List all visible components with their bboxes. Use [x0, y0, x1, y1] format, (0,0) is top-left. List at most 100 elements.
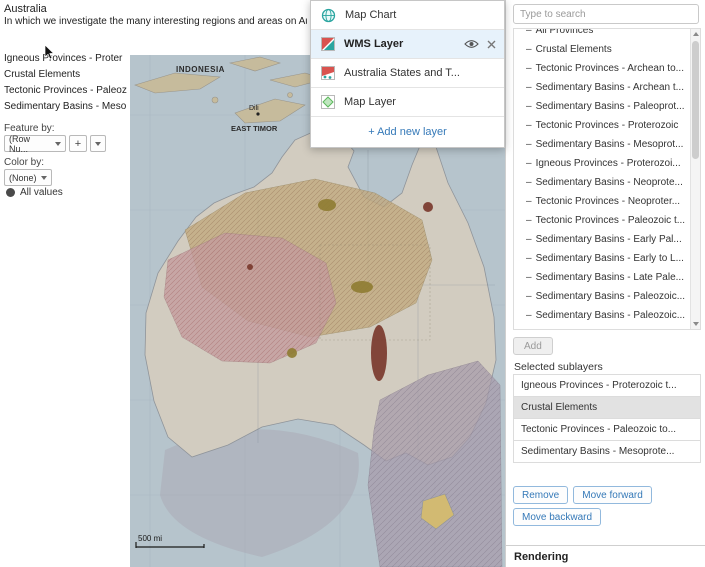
color-by-value: (None) [9, 173, 37, 183]
color-by-select[interactable]: (None) [4, 169, 52, 186]
scroll-up-icon[interactable] [693, 32, 699, 36]
sublayer-label: Sedimentary Basins - Mesoprot... [536, 139, 684, 150]
olive-region [351, 281, 373, 293]
sublayer-item[interactable]: –Sedimentary Basins - Early Pal... [514, 230, 688, 249]
menu-item-map-chart[interactable]: Map Chart [311, 1, 504, 30]
menu-item-label: Australia States and T... [344, 67, 496, 79]
sublayer-item[interactable]: –Tectonic Provinces - Proterozoic [514, 116, 688, 135]
add-feature-button[interactable]: + [69, 135, 87, 152]
add-new-layer-button[interactable]: + Add new layer [311, 117, 504, 147]
dark-red-region [247, 264, 253, 270]
remove-button[interactable]: Remove [513, 486, 568, 504]
menu-item-australia-states[interactable]: Australia States and T... [311, 59, 504, 88]
sublayer-dash: – [526, 177, 532, 188]
add-sublayer-button[interactable]: Add [513, 337, 553, 355]
selected-sublayers-list: Igneous Provinces - Proterozoic t... Cru… [513, 375, 701, 463]
selected-sublayer-item[interactable]: Igneous Provinces - Proterozoic t... [513, 374, 701, 397]
layer-menu: Map Chart WMS Layer [310, 0, 505, 148]
wms-layer-icon [321, 37, 335, 51]
dili-label: Dili [249, 105, 259, 112]
sublayer-panel: –All Provinces –Crustal Elements –Tecton… [505, 0, 705, 567]
map-layer-icon [321, 95, 335, 109]
selected-sublayer-item[interactable]: Sedimentary Basins - Mesoprote... [513, 440, 701, 463]
feature-by-select[interactable]: (Row Nu... [4, 135, 66, 152]
sublayer-item[interactable]: –Sedimentary Basins - Early to L... [514, 249, 688, 268]
all-values-swatch [6, 188, 15, 197]
sublayer-dash: – [526, 253, 532, 264]
sublayer-dash: – [526, 139, 532, 150]
legend-item-label: Crustal Elements [4, 69, 80, 80]
legend-item-label: Tectonic Provinces - Paleoz [4, 85, 127, 96]
menu-item-wms-layer[interactable]: WMS Layer [311, 30, 504, 59]
sublayer-item[interactable]: –Tectonic Provinces - Neoproter... [514, 192, 688, 211]
sublayer-dash: – [526, 120, 532, 131]
sublayer-item[interactable]: –Sedimentary Basins - Paleoprot... [514, 97, 688, 116]
page-title: Australia [4, 3, 47, 15]
all-values-legend[interactable]: All values [6, 187, 63, 198]
map-chart-icon [321, 8, 336, 23]
sublayer-dash: – [526, 44, 532, 55]
selected-sublayer-label: Crustal Elements [521, 402, 597, 413]
selected-sublayer-label: Igneous Provinces - Proterozoic t... [521, 380, 677, 391]
eye-icon[interactable] [464, 39, 479, 49]
map-chart-app: Australia In which we investigate the ma… [0, 0, 705, 567]
scrollbar[interactable] [690, 29, 700, 329]
move-forward-button[interactable]: Move forward [573, 486, 652, 504]
sublayer-list: –All Provinces –Crustal Elements –Tecton… [514, 28, 700, 325]
sublayer-item[interactable]: –Sedimentary Basins - Paleozoic... [514, 306, 688, 325]
sublayer-item[interactable]: –Sedimentary Basins - Paleozoic... [514, 287, 688, 306]
feature-by-value: (Row Nu... [9, 134, 51, 154]
olive-region [287, 348, 297, 358]
legend-item-label: Igneous Provinces - Proter [4, 53, 122, 64]
feature-options-dropdown[interactable] [90, 135, 106, 152]
map-legend-list: Igneous Provinces - Proter Crustal Eleme… [4, 51, 130, 115]
scroll-down-icon[interactable] [693, 322, 699, 326]
close-icon[interactable] [487, 40, 496, 49]
selected-sublayer-item[interactable]: Tectonic Provinces - Paleozoic to... [513, 418, 701, 441]
sublayer-listbox[interactable]: –All Provinces –Crustal Elements –Tecton… [513, 28, 701, 330]
sublayer-label: All Provinces [536, 28, 594, 36]
sublayer-item[interactable]: –Sedimentary Basins - Archean t... [514, 78, 688, 97]
sublayer-label: Crustal Elements [536, 44, 612, 55]
east-timor-label: EAST TIMOR [231, 124, 278, 133]
menu-item-label: WMS Layer [344, 38, 455, 50]
sublayer-item[interactable]: –Sedimentary Basins - Neoprote... [514, 173, 688, 192]
sublayer-label: Igneous Provinces - Proterozoi... [536, 158, 681, 169]
sublayer-item[interactable]: –Tectonic Provinces - Archean to... [514, 59, 688, 78]
legend-item: Crustal Elements [4, 67, 130, 83]
legend-item: Tectonic Provinces - Paleoz [4, 83, 130, 99]
sublayer-label: Sedimentary Basins - Paleozoic... [536, 291, 686, 302]
indonesia-label: INDONESIA [176, 65, 225, 74]
sublayer-dash: – [526, 158, 532, 169]
sublayer-item[interactable]: –Sedimentary Basins - Late Pale... [514, 268, 688, 287]
selected-sublayers-heading: Selected sublayers [514, 361, 603, 373]
sublayer-dash: – [526, 101, 532, 112]
sublayer-dash: – [526, 63, 532, 74]
sublayer-item[interactable]: –Igneous Provinces - Proterozoi... [514, 154, 688, 173]
legend-item: Igneous Provinces - Proter [4, 51, 130, 67]
sublayer-item[interactable]: –Crustal Elements [514, 40, 688, 59]
scrollbar-thumb[interactable] [692, 41, 699, 159]
menu-item-map-layer[interactable]: Map Layer [311, 88, 504, 117]
search-input[interactable] [513, 4, 699, 24]
sublayer-label: Sedimentary Basins - Neoprote... [536, 177, 683, 188]
selected-sublayer-item[interactable]: Crustal Elements [513, 396, 701, 419]
sublayer-dash: – [526, 196, 532, 207]
scale-label: 500 mi [138, 534, 162, 543]
section-divider [506, 545, 705, 546]
chevron-down-icon [55, 142, 61, 146]
move-backward-button[interactable]: Move backward [513, 508, 601, 526]
sublayer-label: Sedimentary Basins - Paleozoic... [536, 310, 686, 321]
sublayer-dash: – [526, 272, 532, 283]
menu-item-label: Map Chart [345, 9, 496, 21]
sublayer-label: Sedimentary Basins - Archean t... [536, 82, 684, 93]
selected-sublayer-label: Tectonic Provinces - Paleozoic to... [521, 424, 676, 435]
australia-states-icon [321, 66, 335, 80]
sublayer-dash: – [526, 234, 532, 245]
chevron-down-icon [41, 176, 47, 180]
sublayer-dash: – [526, 215, 532, 226]
sublayer-item[interactable]: –Sedimentary Basins - Mesoprot... [514, 135, 688, 154]
sublayer-item[interactable]: –Tectonic Provinces - Paleozoic t... [514, 211, 688, 230]
sublayer-item[interactable]: –All Provinces [514, 28, 688, 40]
sublayer-dash: – [526, 291, 532, 302]
